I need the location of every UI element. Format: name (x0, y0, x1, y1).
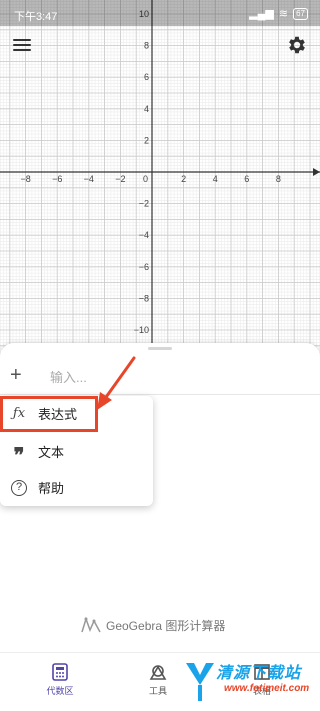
signal-icon: ▂▄▆ (249, 8, 274, 20)
status-bar: 下午3:47 ▂▄▆ ≋ 67 (0, 0, 320, 26)
y-tick-label: −6 (139, 262, 149, 272)
x-tick-label: 0 (143, 174, 148, 184)
tab-tools[interactable]: 工具 (128, 663, 188, 697)
algebra-input-row[interactable]: + 输入... (0, 359, 320, 395)
drag-handle[interactable] (148, 347, 172, 350)
status-time: 下午3:47 (14, 11, 58, 23)
brand-text: GeoGebra 图形计算器 (106, 618, 226, 633)
status-icons: ▂▄▆ ≋ 67 (249, 7, 308, 20)
watermark-logo (186, 663, 214, 701)
y-tick-label: 8 (144, 41, 149, 51)
calculator-icon (52, 663, 68, 681)
tools-icon (149, 665, 167, 680)
geogebra-graph-icon (81, 616, 101, 633)
x-tick-label: −8 (20, 174, 30, 184)
watermark: 清源下载站 www.fotimeit.com (184, 659, 314, 707)
watermark-text: 清源下载站 (216, 665, 302, 682)
tab-algebra[interactable]: 代数区 (30, 663, 90, 697)
bottom-navigation: 代数区 工具 表格 清源下载站 www.fotimeit.com (0, 652, 320, 711)
x-tick-label: 6 (244, 174, 249, 184)
graphing-canvas[interactable]: −8−6−4−202468108642−2−4−6−8−10 (0, 0, 320, 360)
menu-icon[interactable] (12, 36, 32, 54)
x-tick-label: 4 (213, 174, 218, 184)
tab-label: 代数区 (46, 686, 74, 696)
wifi-icon: ≋ (278, 8, 289, 20)
x-tick-label: 2 (181, 174, 186, 184)
help-icon: ? (8, 478, 30, 496)
brand-footer: GeoGebra 图形计算器 (80, 616, 225, 634)
x-tick-label: −4 (84, 174, 94, 184)
algebra-input[interactable]: 输入... (50, 367, 87, 386)
tab-label: 工具 (148, 686, 167, 696)
y-tick-label: −4 (139, 230, 149, 240)
add-icon[interactable]: + (10, 365, 22, 385)
battery-icon: 67 (293, 7, 308, 20)
x-tick-label: −2 (115, 174, 125, 184)
menu-item-label: 帮助 (38, 480, 65, 496)
y-tick-label: −2 (139, 199, 149, 209)
gear-icon[interactable] (286, 34, 308, 56)
y-tick-label: 2 (144, 135, 149, 145)
y-tick-label: −8 (139, 293, 149, 303)
y-tick-label: −10 (134, 325, 149, 335)
quote-icon: ❞ (13, 443, 25, 467)
y-tick-label: 4 (144, 104, 149, 114)
watermark-url: www.fotimeit.com (224, 683, 310, 694)
menu-item-text[interactable]: ❞ 文本 (0, 436, 153, 466)
x-tick-label: 8 (276, 174, 281, 184)
highlight-box (0, 396, 98, 432)
y-tick-label: 6 (144, 72, 149, 82)
menu-item-label: 文本 (38, 444, 65, 460)
menu-item-help[interactable]: ? 帮助 (0, 472, 153, 502)
x-tick-label: −6 (52, 174, 62, 184)
